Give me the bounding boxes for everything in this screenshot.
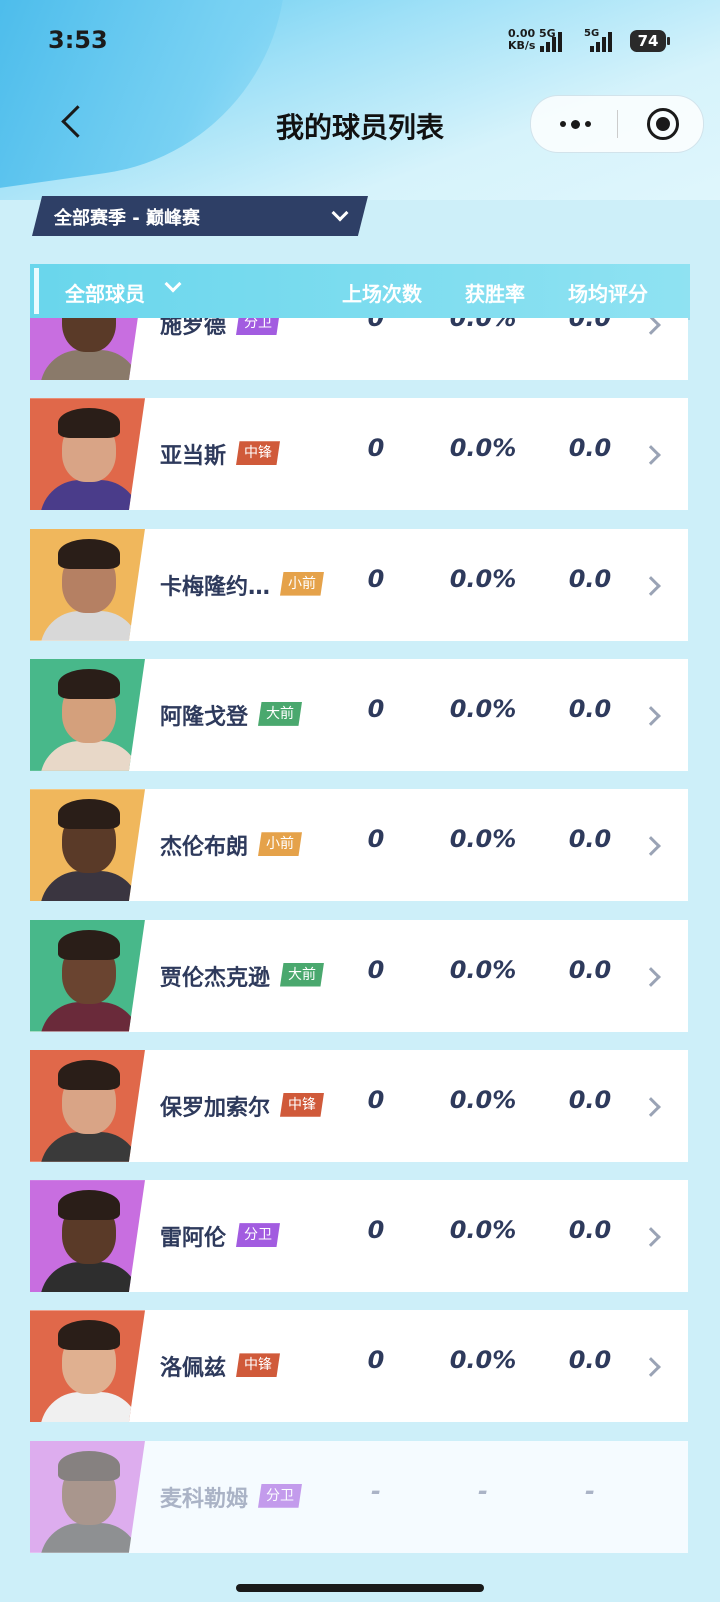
avg-rating: 0.0 — [568, 694, 612, 723]
player-name: 贾伦杰克逊 — [160, 965, 271, 991]
avatar-hair — [58, 668, 120, 699]
avg-rating: 0.0 — [568, 1085, 612, 1114]
miniprogram-capsule — [530, 95, 704, 153]
player-avatar — [30, 919, 145, 1032]
player-avatar — [30, 1310, 145, 1423]
player-name: 杰伦布朗 — [160, 835, 249, 861]
season-dropdown-label: 全部赛季 - 巅峰赛 — [54, 208, 201, 229]
chevron-down-icon — [331, 204, 349, 222]
player-name: 麦科勒姆 — [160, 1486, 249, 1512]
home-indicator[interactable] — [236, 1584, 484, 1592]
position-badge: 小前 — [258, 832, 302, 857]
list-header: 全部球员 上场次数 获胜率 场均评分 — [30, 264, 690, 318]
battery-icon: 74 — [630, 30, 670, 52]
avatar-hair — [58, 1059, 120, 1090]
player-avatar — [30, 318, 145, 380]
player-avatar — [30, 658, 145, 771]
navigation-bar: 我的球员列表 — [0, 86, 720, 166]
avatar-hair — [58, 538, 120, 569]
avatar-hair — [58, 1320, 120, 1351]
position-badge: 大前 — [258, 701, 302, 726]
player-avatar — [30, 1049, 145, 1162]
player-row[interactable]: 杰伦布朗 小前 0 0.0% 0.0 — [30, 789, 688, 902]
more-icon[interactable] — [555, 112, 595, 136]
player-row[interactable]: 亚当斯 中锋 0 0.0% 0.0 — [30, 398, 688, 511]
avatar-jersey — [40, 480, 140, 511]
player-avatar — [30, 1440, 145, 1553]
position-badge: 中锋 — [236, 1353, 280, 1378]
player-name: 保罗加索尔 — [160, 1095, 271, 1121]
player-avatar — [30, 789, 145, 902]
chevron-right-icon[interactable] — [641, 318, 661, 335]
avatar-face — [62, 318, 116, 352]
player-row[interactable]: 保罗加索尔 中锋 0 0.0% 0.0 — [30, 1049, 688, 1162]
avatar-jersey — [40, 1262, 140, 1293]
player-avatar — [30, 528, 145, 641]
player-list: 施罗德 分卫 0 0.0% 0.0 亚当斯 中锋 0 0.0% 0.0 卡梅隆约… 小前 0 0.0% 0.… — [0, 318, 720, 1602]
player-name: 雷阿伦 — [160, 1226, 227, 1252]
player-filter-dropdown[interactable]: 全部球员 — [65, 278, 145, 307]
player-name: 阿隆戈登 — [160, 704, 249, 730]
clock: 3:53 — [48, 26, 108, 54]
capsule-divider — [617, 110, 618, 138]
avatar-jersey — [40, 1001, 140, 1032]
player-row[interactable]: 洛佩兹 中锋 0 0.0% 0.0 — [30, 1310, 688, 1423]
avatar-jersey — [40, 871, 140, 902]
avatar-jersey — [40, 1522, 140, 1553]
status-bar: 3:53 0.00 5G KB/s 5G 74 — [0, 0, 720, 80]
season-dropdown[interactable]: 全部赛季 - 巅峰赛 — [32, 196, 368, 236]
avg-rating: 0.0 — [568, 1346, 612, 1375]
avg-rating: 0.0 — [568, 955, 612, 984]
close-miniprogram-icon[interactable] — [647, 108, 679, 140]
player-row[interactable]: 施罗德 分卫 0 0.0% 0.0 — [30, 318, 688, 380]
position-badge: 分卫 — [236, 1223, 280, 1248]
avatar-jersey — [40, 740, 140, 771]
avatar-hair — [58, 799, 120, 830]
avg-rating: 0.0 — [568, 825, 612, 854]
signal-icon — [540, 30, 562, 52]
avg-rating: 0.0 — [568, 318, 612, 332]
player-name: 亚当斯 — [160, 444, 227, 470]
avatar-hair — [58, 929, 120, 960]
avatar-hair — [58, 408, 120, 439]
avg-rating: 0.0 — [568, 1216, 612, 1245]
player-row[interactable]: 贾伦杰克逊 大前 0 0.0% 0.0 — [30, 919, 688, 1032]
player-row[interactable]: 卡梅隆约… 小前 0 0.0% 0.0 — [30, 528, 688, 641]
player-row[interactable]: 阿隆戈登 大前 0 0.0% 0.0 — [30, 658, 688, 771]
avatar-jersey — [40, 1131, 140, 1162]
avatar-hair — [58, 1450, 120, 1481]
player-row[interactable]: 麦科勒姆 分卫 - - - — [30, 1440, 688, 1553]
avg-rating: - — [585, 1476, 595, 1505]
player-row[interactable]: 雷阿伦 分卫 0 0.0% 0.0 — [30, 1180, 688, 1293]
position-badge: 分卫 — [258, 1483, 302, 1508]
position-badge: 中锋 — [236, 441, 280, 466]
column-header-winrate[interactable]: 获胜率 — [430, 278, 560, 307]
avatar-hair — [58, 1190, 120, 1221]
player-avatar — [30, 398, 145, 511]
avatar-jersey — [40, 350, 140, 380]
column-header-rating[interactable]: 场均评分 — [543, 278, 673, 307]
player-name: 卡梅隆约… — [160, 574, 271, 600]
avg-rating: 0.0 — [568, 434, 612, 463]
player-name: 洛佩兹 — [160, 1356, 227, 1382]
signal-icon-2 — [590, 30, 612, 52]
position-badge: 分卫 — [236, 318, 280, 335]
avg-rating: 0.0 — [568, 564, 612, 593]
column-header-games[interactable]: 上场次数 — [317, 278, 447, 307]
player-avatar — [30, 1180, 145, 1293]
avatar-jersey — [40, 610, 140, 641]
chevron-down-icon[interactable] — [164, 275, 182, 293]
player-name: 施罗德 — [160, 318, 227, 339]
avatar-jersey — [40, 1392, 140, 1423]
net-speed-unit: KB/s — [508, 39, 536, 52]
